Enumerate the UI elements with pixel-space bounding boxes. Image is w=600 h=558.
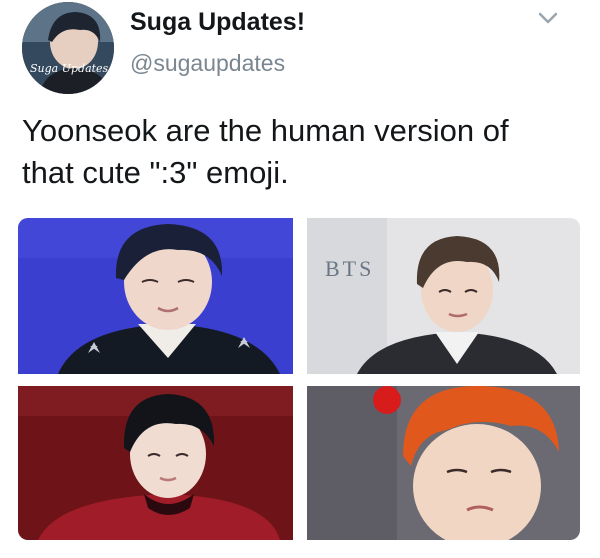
avatar-image: Suga Updates <box>22 2 114 94</box>
photo-1[interactable] <box>18 218 293 374</box>
tweet-text-line: that cute ":3" emoji. <box>22 155 289 190</box>
avatar-watermark: Suga Updates <box>30 62 109 75</box>
photo-4[interactable] <box>307 386 580 540</box>
profile-avatar[interactable]: Suga Updates <box>22 2 114 94</box>
chevron-down-icon[interactable] <box>535 8 561 28</box>
photo-2-text: BTS <box>325 256 375 281</box>
media-grid[interactable]: BTS <box>18 218 580 540</box>
tweet-text: Yoonseok are the human version of that c… <box>22 110 582 194</box>
photo-2[interactable]: BTS <box>307 218 580 374</box>
tweet-card: Suga Updates Suga Updates! @sugaupdates … <box>0 0 600 558</box>
display-name[interactable]: Suga Updates! <box>130 8 305 37</box>
tweet-text-line: Yoonseok are the human version of <box>22 113 509 148</box>
photo-3[interactable] <box>18 386 293 540</box>
account-handle[interactable]: @sugaupdates <box>130 50 285 77</box>
